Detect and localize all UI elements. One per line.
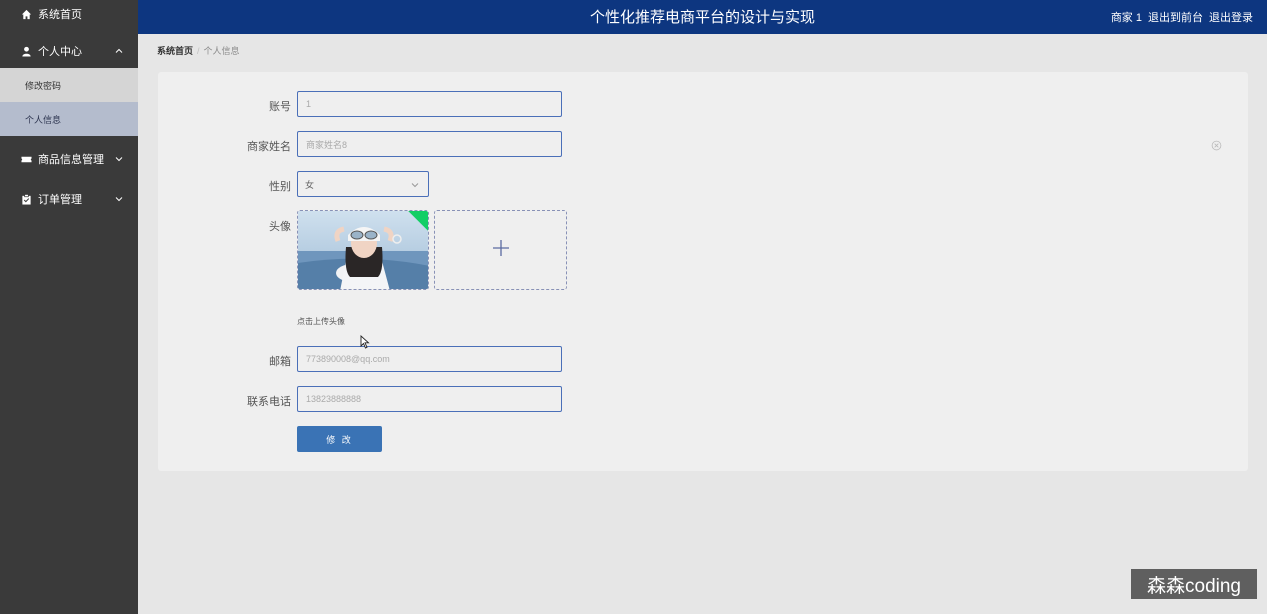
name-field[interactable]: 商家姓名8 <box>297 131 562 157</box>
name-value: 商家姓名8 <box>306 139 348 150</box>
chevron-down-icon <box>114 194 124 204</box>
plus-icon <box>491 238 511 263</box>
sidebar-item-label: 订单管理 <box>38 194 82 206</box>
clipboard-icon <box>20 193 32 205</box>
email-value: 773890008@qq.com <box>306 354 390 364</box>
clear-icon[interactable] <box>1211 138 1222 151</box>
account-label: 账号 <box>269 101 291 113</box>
chevron-down-icon <box>114 154 124 164</box>
breadcrumb: 系统首页 / 个人信息 <box>157 44 240 57</box>
avatar-upload-button[interactable] <box>434 210 567 290</box>
avatar-thumbnail[interactable] <box>297 210 429 290</box>
chevron-down-icon <box>410 180 420 190</box>
chevron-up-icon <box>114 46 124 56</box>
sidebar: 系统首页 个人中心 修改密码 个人信息 商品信息管理 订单管理 <box>0 0 138 614</box>
account-field[interactable]: 1 <box>297 91 562 117</box>
sidebar-item-label: 商品信息管理 <box>38 154 104 166</box>
sidebar-item-order-management[interactable]: 订单管理 <box>0 182 138 216</box>
sidebar-item-label: 修改密码 <box>25 80 62 91</box>
name-label: 商家姓名 <box>247 141 291 153</box>
top-header: 个性化推荐电商平台的设计与实现 商家 1 退出到前台 退出登录 <box>138 0 1267 34</box>
header-actions: 商家 1 退出到前台 退出登录 <box>1111 9 1253 25</box>
sidebar-item-personal-center[interactable]: 个人中心 <box>0 34 138 68</box>
phone-label: 联系电话 <box>247 396 291 408</box>
account-value: 1 <box>306 99 312 109</box>
gender-label: 性别 <box>269 181 291 193</box>
gender-select[interactable]: 女 <box>297 171 429 197</box>
email-field[interactable]: 773890008@qq.com <box>297 346 562 372</box>
gender-value: 女 <box>305 179 315 190</box>
phone-field[interactable]: 13823888888 <box>297 386 562 412</box>
sidebar-item-personal-info[interactable]: 个人信息 <box>0 102 138 136</box>
ticket-icon <box>20 153 32 165</box>
current-user: 商家 1 <box>1110 12 1142 24</box>
breadcrumb-current: 个人信息 <box>203 46 240 56</box>
avatar-image <box>298 211 428 289</box>
sidebar-item-goods-management[interactable]: 商品信息管理 <box>0 142 138 176</box>
sidebar-item-home[interactable]: 系统首页 <box>0 0 138 28</box>
logout-link[interactable]: 退出登录 <box>1209 9 1253 25</box>
exit-to-front-link[interactable]: 退出到前台 <box>1148 9 1203 25</box>
sidebar-item-label: 个人中心 <box>38 46 82 58</box>
avatar-label: 头像 <box>269 221 291 233</box>
cursor-icon <box>360 334 370 349</box>
email-label: 邮箱 <box>269 356 291 368</box>
user-icon <box>20 45 32 57</box>
profile-form-panel: 账号 1 商家姓名 商家姓名8 性别 女 头像 点击上传头像 邮箱 773890… <box>158 72 1248 471</box>
sidebar-item-label: 系统首页 <box>38 9 82 21</box>
submit-button[interactable]: 修 改 <box>297 426 382 452</box>
phone-value: 13823888888 <box>306 394 362 404</box>
home-icon <box>20 8 32 20</box>
sidebar-item-label: 个人信息 <box>25 114 62 125</box>
breadcrumb-home[interactable]: 系统首页 <box>157 44 193 57</box>
app-title: 个性化推荐电商平台的设计与实现 <box>589 9 815 26</box>
sidebar-item-change-password[interactable]: 修改密码 <box>0 68 138 102</box>
watermark: 森森coding <box>1131 569 1257 599</box>
avatar-upload-hint: 点击上传头像 <box>297 317 345 326</box>
breadcrumb-separator: / <box>197 45 200 56</box>
